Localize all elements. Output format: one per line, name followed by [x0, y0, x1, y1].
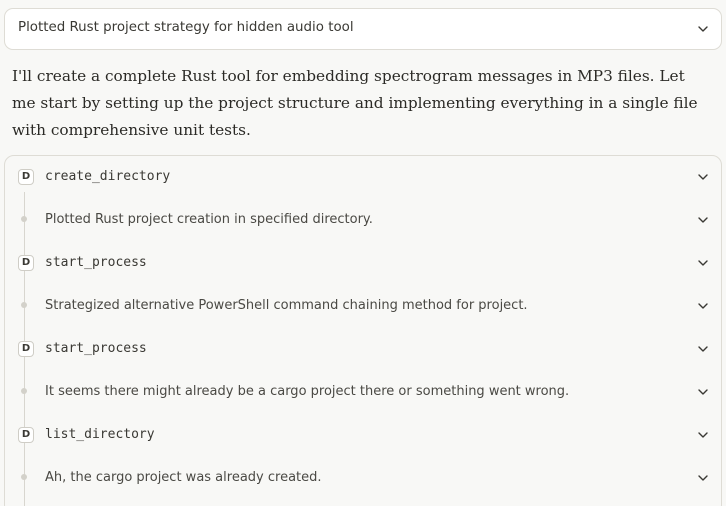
thinking-summary-title: Plotted Rust project strategy for hidden…: [18, 20, 354, 35]
tool-badge: D: [18, 427, 34, 443]
conversation-view: Plotted Rust project strategy for hidden…: [0, 0, 726, 506]
chevron-down-icon: [696, 299, 710, 313]
thought-step[interactable]: It seems there might already be a cargo …: [5, 372, 721, 412]
chevron-down-icon: [696, 22, 710, 36]
thought-step[interactable]: Plotted Rust project creation in specifi…: [5, 200, 721, 240]
thought-step-label: It seems there might already be a cargo …: [45, 384, 570, 399]
chevron-down-icon: [696, 385, 710, 399]
tool-badge: D: [18, 169, 34, 185]
tool-step-label: create_directory: [45, 169, 171, 184]
timeline-dot: [21, 216, 27, 222]
timeline-dot: [21, 302, 27, 308]
thought-step-label: Ah, the cargo project was already create…: [45, 470, 322, 485]
chevron-down-icon: [696, 471, 710, 485]
tool-step-label: start_process: [45, 341, 147, 356]
thought-step[interactable]: Ah, the cargo project was already create…: [5, 458, 721, 498]
assistant-message: I'll create a complete Rust tool for emb…: [12, 67, 698, 139]
timeline-dot: [21, 388, 27, 394]
chevron-down-icon: [696, 213, 710, 227]
chevron-down-icon: [696, 170, 710, 184]
tool-badge: D: [18, 255, 34, 271]
tool-badge: D: [18, 341, 34, 357]
chevron-down-icon: [696, 428, 710, 442]
tool-step-list-directory[interactable]: D list_directory: [5, 415, 721, 455]
tool-step-label: list_directory: [45, 427, 155, 442]
tool-step-start-process[interactable]: D start_process: [5, 243, 721, 283]
tool-step-start-process[interactable]: D start_process: [5, 329, 721, 369]
thought-step-label: Plotted Rust project creation in specifi…: [45, 212, 373, 227]
tool-step-create-directory[interactable]: D create_directory: [5, 157, 721, 197]
thinking-summary-toggle[interactable]: Plotted Rust project strategy for hidden…: [4, 8, 722, 50]
timeline-dot: [21, 474, 27, 480]
thought-step-label: Strategized alternative PowerShell comma…: [45, 298, 528, 313]
chevron-down-icon: [696, 342, 710, 356]
chevron-down-icon: [696, 256, 710, 270]
tool-step-label: start_process: [45, 255, 147, 270]
thought-step[interactable]: Strategized alternative PowerShell comma…: [5, 286, 721, 326]
